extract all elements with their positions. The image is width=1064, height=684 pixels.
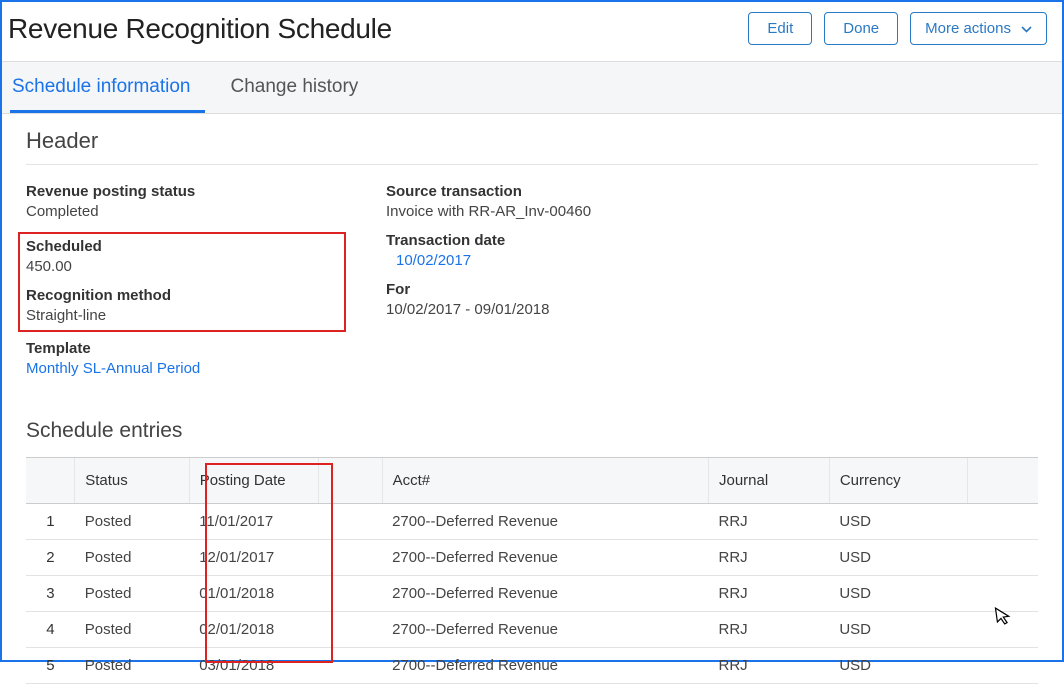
cell-posting-date: 03/01/2018 (189, 648, 318, 684)
table-row[interactable]: 2Posted12/01/2017 2700--Deferred RevenueR… (26, 540, 1038, 576)
value-recognition-method: Straight-line (26, 307, 338, 324)
cell-posting-date: 12/01/2017 (189, 540, 318, 576)
header-section-title: Header (26, 128, 1038, 165)
cell-status: Posted (75, 504, 189, 540)
cell-spacer (319, 540, 383, 576)
col-header-status[interactable]: Status (75, 458, 189, 504)
table-row[interactable]: 1Posted11/01/2017 2700--Deferred RevenueR… (26, 504, 1038, 540)
table-row[interactable]: 5Posted03/01/2018 2700--Deferred RevenueR… (26, 648, 1038, 684)
field-for: For 10/02/2017 - 09/01/2018 (386, 281, 591, 318)
more-actions-button[interactable]: More actions (910, 12, 1047, 45)
cell-status: Posted (75, 540, 189, 576)
cell-index: 5 (26, 648, 75, 684)
page-title: Revenue Recognition Schedule (8, 13, 392, 45)
cell-spacer (319, 576, 383, 612)
col-header-posting-date[interactable]: Posting Date (189, 458, 318, 504)
title-bar: Revenue Recognition Schedule Edit Done M… (2, 2, 1062, 62)
cell-acct: 2700--Deferred Revenue (382, 504, 708, 540)
cell-acct: 2700--Deferred Revenue (382, 612, 708, 648)
col-header-txn-amount[interactable]: Txn Amo (967, 458, 1038, 504)
tab-schedule-information[interactable]: Schedule information (10, 62, 205, 113)
value-source-transaction: Invoice with RR-AR_Inv-00460 (386, 203, 591, 220)
cell-currency: USD (829, 576, 967, 612)
field-scheduled: Scheduled 450.00 (26, 238, 338, 275)
cell-txn-amount[interactable]: 37.5 (967, 648, 1038, 684)
cell-spacer (319, 612, 383, 648)
field-template: Template Monthly SL-Annual Period (26, 340, 346, 377)
cell-journal: RRJ (709, 576, 830, 612)
col-header-acct[interactable]: Acct# (382, 458, 708, 504)
title-actions: Edit Done More actions (748, 12, 1047, 45)
cell-acct: 2700--Deferred Revenue (382, 648, 708, 684)
value-scheduled: 450.00 (26, 258, 338, 275)
col-header-index[interactable] (26, 458, 75, 504)
cell-index: 4 (26, 612, 75, 648)
label-template: Template (26, 340, 346, 357)
cell-currency: USD (829, 612, 967, 648)
value-template[interactable]: Monthly SL-Annual Period (26, 360, 346, 377)
label-recognition-method: Recognition method (26, 287, 338, 304)
header-col-left: Revenue posting status Completed Schedul… (26, 183, 346, 389)
label-revenue-posting-status: Revenue posting status (26, 183, 346, 200)
cell-index: 1 (26, 504, 75, 540)
more-actions-label: More actions (925, 20, 1011, 37)
cell-txn-amount[interactable]: 37.5 (967, 540, 1038, 576)
label-for: For (386, 281, 591, 298)
cell-status: Posted (75, 576, 189, 612)
schedule-entries-title: Schedule entries (26, 419, 1038, 443)
tab-change-history[interactable]: Change history (229, 62, 373, 113)
schedule-entries-table-wrap: Status Posting Date Acct# Journal Curren… (26, 457, 1038, 684)
label-transaction-date: Transaction date (386, 232, 591, 249)
header-col-right: Source transaction Invoice with RR-AR_In… (386, 183, 591, 389)
cell-status: Posted (75, 648, 189, 684)
cell-currency: USD (829, 540, 967, 576)
value-for: 10/02/2017 - 09/01/2018 (386, 301, 591, 318)
cell-currency: USD (829, 504, 967, 540)
edit-button[interactable]: Edit (748, 12, 812, 45)
col-header-journal[interactable]: Journal (709, 458, 830, 504)
label-scheduled: Scheduled (26, 238, 338, 255)
highlight-scheduled-method: Scheduled 450.00 Recognition method Stra… (18, 232, 346, 332)
cell-spacer (319, 504, 383, 540)
cell-spacer (319, 648, 383, 684)
cell-acct: 2700--Deferred Revenue (382, 540, 708, 576)
cell-currency: USD (829, 648, 967, 684)
table-header-row: Status Posting Date Acct# Journal Curren… (26, 458, 1038, 504)
col-header-currency[interactable]: Currency (829, 458, 967, 504)
header-section: Header Revenue posting status Completed … (2, 114, 1062, 389)
field-transaction-date: Transaction date 10/02/2017 (386, 232, 591, 269)
cell-journal: RRJ (709, 612, 830, 648)
value-revenue-posting-status: Completed (26, 203, 346, 220)
field-source-transaction: Source transaction Invoice with RR-AR_In… (386, 183, 591, 220)
chevron-down-icon (1021, 20, 1032, 37)
col-header-spacer (319, 458, 383, 504)
mouse-cursor-icon (994, 605, 1013, 632)
field-revenue-posting-status: Revenue posting status Completed (26, 183, 346, 220)
cell-index: 3 (26, 576, 75, 612)
cell-index: 2 (26, 540, 75, 576)
table-row[interactable]: 4Posted02/01/2018 2700--Deferred RevenueR… (26, 612, 1038, 648)
cell-acct: 2700--Deferred Revenue (382, 576, 708, 612)
field-recognition-method: Recognition method Straight-line (26, 287, 338, 324)
table-row[interactable]: 3Posted01/01/2018 2700--Deferred RevenueR… (26, 576, 1038, 612)
cell-journal: RRJ (709, 648, 830, 684)
schedule-entries-table: Status Posting Date Acct# Journal Curren… (26, 458, 1038, 684)
cell-posting-date: 02/01/2018 (189, 612, 318, 648)
cell-journal: RRJ (709, 504, 830, 540)
cell-txn-amount[interactable]: 37.5 (967, 504, 1038, 540)
tabs-bar: Schedule information Change history (2, 62, 1062, 114)
done-button[interactable]: Done (824, 12, 898, 45)
cell-posting-date: 01/01/2018 (189, 576, 318, 612)
cell-status: Posted (75, 612, 189, 648)
cell-posting-date: 11/01/2017 (189, 504, 318, 540)
value-transaction-date[interactable]: 10/02/2017 (386, 252, 591, 269)
cell-journal: RRJ (709, 540, 830, 576)
label-source-transaction: Source transaction (386, 183, 591, 200)
schedule-entries-section: Schedule entries Status Posting Date Acc… (2, 419, 1062, 684)
header-grid: Revenue posting status Completed Schedul… (26, 183, 1038, 389)
